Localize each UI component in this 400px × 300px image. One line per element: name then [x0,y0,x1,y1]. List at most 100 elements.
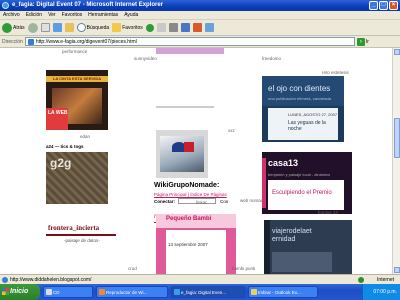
scroll-up-button[interactable] [394,49,400,55]
mail-icon[interactable] [156,23,166,32]
caption-edan: edan [80,134,91,139]
favorites-label: Favoritos [122,24,143,31]
go-button[interactable]: › Ir [356,37,369,46]
scroll-thumb[interactable] [394,118,400,158]
ojo-post: LUNES, AGOSTO 27, 2007 Las yeguas de la … [268,108,338,140]
go-arrow-icon: › [356,37,365,46]
vertical-scrollbar[interactable] [392,48,400,274]
internet-zone-icon [358,277,364,283]
web-title: LA WEB [46,108,68,130]
search-button[interactable]: Búsqueda [76,23,109,32]
thumb-bambi[interactable]: Pequeño Bambi 13 septiembre 2007 [156,214,236,274]
star-icon [112,23,122,32]
discuss-icon[interactable] [192,23,202,32]
thumb-top-strip[interactable] [156,48,224,54]
thumb-viaje[interactable]: viajerodelaet ernidad [264,220,352,274]
start-label: Inicio [10,288,29,295]
viaje-title: viajerodelaet ernidad [272,228,312,243]
g2g-title: g2g [50,156,72,170]
thumb-ojo[interactable]: el ojo con dientes una publicación efíme… [262,76,344,142]
thumb-wiki[interactable]: WikiGrupoNomade: Página Principal | Índi… [154,180,234,210]
thumb-xxz[interactable] [156,130,208,178]
search-icon [76,23,86,32]
casa-post-title: Esculpiendo el Premio [272,190,332,196]
xxz-red-block [184,142,194,152]
outlook-icon [251,289,257,295]
casa-sidebar [262,158,266,208]
thumb-cinta[interactable]: LA CINTA ESTA SERVIDA LA WEB [46,70,108,130]
ie-icon [174,289,180,295]
task-cd[interactable]: CD [43,286,93,298]
frontera-subtitle: -paisaje de datos- [64,238,100,243]
thumb-casa13[interactable]: casa13 benjamín y paisaje local - dinámi… [262,152,352,214]
caption-tics: a24 — tics & togs [46,144,84,149]
caption-bambi: bambi punk [232,266,256,271]
back-arrow-icon [2,22,12,33]
start-button[interactable]: Inicio [0,284,40,300]
wiki-con-label: Con [220,199,229,204]
wiki-links[interactable]: Página Principal | Índice De Páginas [154,192,227,197]
history-icon[interactable] [145,23,154,32]
forward-button[interactable] [27,22,38,33]
home-icon[interactable] [64,23,74,32]
caption-crud: crud [128,266,137,271]
clock[interactable]: 07:00 p.m. [373,289,397,295]
taskbar: Inicio CD Reproductor de Wi... e_fagia: … [0,284,400,300]
menu-herramientas[interactable]: Herramientas [88,11,118,19]
back-button[interactable]: Atrás [2,22,25,33]
address-input[interactable]: http://www.e-fagia.org/digevent07/pieces… [24,37,355,46]
casa-title: casa13 [268,158,299,168]
task-outlook[interactable]: Imbrar - Outlook Ex... [248,286,318,298]
bambi-date: 13 septiembre 2007 [168,242,208,247]
address-label: Dirección [2,38,23,45]
status-bar: http://www.diddahelen.blogspot.com/ Inte… [0,274,400,284]
maximize-button[interactable]: □ [379,1,388,10]
caption-fondes: fondos 13 [318,210,338,215]
wiki-connect-label: Conectar: [154,199,176,204]
go-label: Ir [365,38,369,45]
window-titlebar[interactable]: e_fagia: Digital Event 07 - Microsoft In… [0,0,400,11]
thumb-separator [156,106,214,108]
stop-icon[interactable] [40,23,50,32]
ojo-subtitle: una publicación efímera, cancelada [268,96,331,101]
window-title: e_fagia: Digital Event 07 - Microsoft In… [12,2,164,8]
viaje-image [272,252,332,272]
bambi-post: 13 septiembre 2007 [166,230,226,274]
page-icon [27,39,34,45]
system-tray: 07:00 p.m. [362,284,400,300]
favorites-button[interactable]: Favoritos [112,23,143,32]
caption-sunny: sunnyvideo [134,56,157,61]
task-browser[interactable]: e_fagia: Digital Even... [171,286,245,298]
casa-post: Esculpiendo el Premio [268,180,344,210]
thumb-g2g[interactable]: g2g [46,152,108,204]
task-media-player-label: Reproductor de Wi... [106,290,148,295]
viaje-sidebar [264,220,270,274]
toolbar: Atrás Búsqueda Favoritos [0,20,400,36]
print-icon[interactable] [168,23,178,32]
refresh-icon[interactable] [52,23,62,32]
page-content: performance LA CINTA ESTA SERVIDA LA WEB… [0,48,392,274]
menu-ver[interactable]: Ver [48,11,56,19]
menu-ayuda[interactable]: Ayuda [124,11,138,19]
menu-favoritos[interactable]: Favoritos [62,11,83,19]
task-outlook-label: Imbrar - Outlook Ex... [258,290,301,295]
menu-edicion[interactable]: Edición [26,11,42,19]
ojo-post-title: Las yeguas de la noche [288,120,326,132]
minimize-button[interactable]: _ [369,1,378,10]
messenger-icon[interactable] [204,23,214,32]
menu-archivo[interactable]: Archivo [3,11,20,19]
address-bar: Dirección http://www.e-fagia.org/digeven… [0,36,400,48]
folder-icon [46,289,52,295]
xxz-image [160,136,204,172]
thumb-frontera[interactable]: frontera_incierta -paisaje de datos- [46,214,116,274]
caption-reto: reto estetesis [322,70,349,75]
ojo-date: LUNES, AGOSTO 27, 2007 [288,112,338,117]
frontera-title: frontera_incierta [48,224,100,232]
task-browser-label: e_fagia: Digital Even... [181,290,227,295]
windows-flag-icon [2,288,9,295]
scroll-down-button[interactable] [394,267,400,273]
close-button[interactable]: × [389,1,398,10]
forward-arrow-icon [27,22,38,33]
task-media-player[interactable]: Reproductor de Wi... [96,286,168,298]
edit-icon[interactable] [180,23,190,32]
